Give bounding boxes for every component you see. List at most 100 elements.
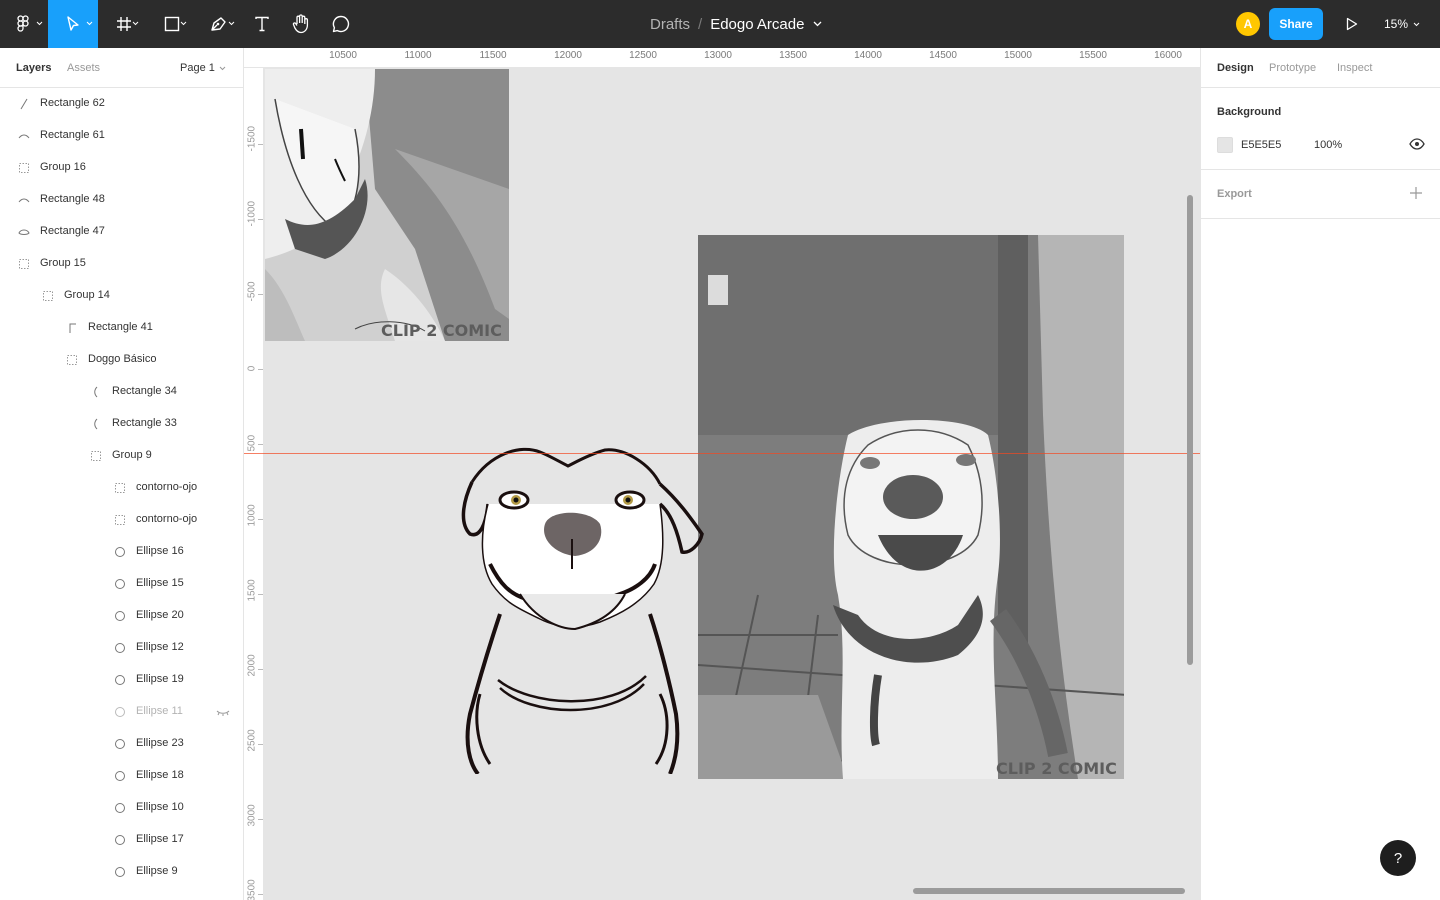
layer-row[interactable]: Ellipse 18 bbox=[0, 760, 243, 792]
layer-row[interactable]: Group 15 bbox=[0, 248, 243, 280]
tab-prototype[interactable]: Prototype bbox=[1269, 62, 1316, 74]
dog-photo-comic[interactable]: CLIP 2 COMIC bbox=[698, 235, 1124, 779]
layer-row[interactable]: contorno-ojo bbox=[0, 472, 243, 504]
watermark: CLIP 2 COMIC bbox=[381, 321, 502, 340]
canvas[interactable]: CLIP 2 COMIC CLIP 2 COMIC bbox=[265, 69, 1200, 900]
layer-row[interactable]: Ellipse 16 bbox=[0, 536, 243, 568]
tab-assets[interactable]: Assets bbox=[67, 62, 100, 74]
vertical-scrollbar[interactable] bbox=[1187, 195, 1193, 665]
move-tool-icon bbox=[67, 16, 79, 31]
background-color-swatch[interactable] bbox=[1217, 137, 1233, 153]
layer-row[interactable]: Ellipse 20 bbox=[0, 600, 243, 632]
pen-tool-button[interactable] bbox=[198, 0, 240, 48]
horizontal-scrollbar[interactable] bbox=[913, 888, 1185, 894]
layer-name: Group 15 bbox=[40, 257, 86, 269]
layer-row[interactable]: Rectangle 48 bbox=[0, 184, 243, 216]
frame-tool-button[interactable] bbox=[104, 0, 144, 48]
chevron-down-icon[interactable] bbox=[813, 21, 822, 27]
avatar[interactable]: A bbox=[1236, 12, 1260, 36]
tab-layers[interactable]: Layers bbox=[16, 62, 51, 74]
ruler-tick-label: 0 bbox=[246, 365, 258, 372]
ellipse-icon bbox=[115, 739, 125, 749]
layer-name: Rectangle 34 bbox=[112, 385, 177, 397]
layer-row[interactable]: Rectangle 62 bbox=[0, 88, 243, 120]
layer-row[interactable]: Rectangle 41 bbox=[0, 312, 243, 344]
shape-tool-button[interactable] bbox=[152, 0, 192, 48]
ruler-tick-label: 1500 bbox=[246, 579, 258, 602]
ruler-tick-label: 2500 bbox=[246, 729, 258, 752]
layer-row[interactable]: Rectangle 61 bbox=[0, 120, 243, 152]
page-selector[interactable]: Page 1 bbox=[180, 62, 226, 74]
main-menu-button[interactable] bbox=[0, 0, 48, 48]
share-button[interactable]: Share bbox=[1269, 8, 1323, 40]
group-icon bbox=[115, 483, 125, 493]
breadcrumb-separator: / bbox=[698, 15, 703, 33]
layer-row[interactable]: Group 16 bbox=[0, 152, 243, 184]
layer-name: contorno-ojo bbox=[136, 481, 198, 493]
zoom-dropdown[interactable]: 15% bbox=[1384, 0, 1420, 48]
dog-illustration bbox=[461, 447, 704, 776]
plus-icon[interactable] bbox=[1409, 186, 1423, 200]
layer-name: Ellipse 16 bbox=[136, 545, 184, 557]
layer-row[interactable]: Rectangle 34 bbox=[0, 376, 243, 408]
layer-row[interactable]: Ellipse 17 bbox=[0, 824, 243, 856]
ruler-tick-mark bbox=[258, 744, 263, 745]
move-tool-button[interactable] bbox=[48, 0, 98, 48]
doggo-vector-illustration[interactable] bbox=[450, 444, 710, 776]
text-tool-button[interactable] bbox=[244, 0, 280, 48]
breadcrumb-drafts[interactable]: Drafts bbox=[650, 16, 690, 33]
layer-row[interactable]: Ellipse 10 bbox=[0, 792, 243, 824]
layer-row[interactable]: Ellipse 12 bbox=[0, 632, 243, 664]
export-title: Export bbox=[1217, 188, 1252, 200]
layer-row[interactable]: Ellipse 11 bbox=[0, 696, 243, 728]
comment-tool-button[interactable] bbox=[322, 0, 360, 48]
ruler-tick-label: 12500 bbox=[629, 50, 657, 61]
layer-row[interactable]: Ellipse 23 bbox=[0, 728, 243, 760]
ellipse-icon bbox=[115, 643, 125, 653]
vertical-ruler: -1500 -1000 -500 0 500 1000 1500 2000 2500 3000 35… bbox=[244, 68, 264, 900]
layer-row[interactable]: Group 9 bbox=[0, 440, 243, 472]
layer-row[interactable]: Ellipse 19 bbox=[0, 664, 243, 696]
background-opacity-input[interactable]: 100% bbox=[1314, 139, 1342, 151]
vector-paren-icon bbox=[94, 386, 98, 398]
ellipse-icon bbox=[115, 867, 125, 877]
ruler-tick-label: 3000 bbox=[246, 804, 258, 827]
layer-row[interactable]: Rectangle 33 bbox=[0, 408, 243, 440]
ruler-tick-mark bbox=[258, 444, 263, 445]
file-name[interactable]: Edogo Arcade bbox=[710, 16, 804, 33]
rectangle-tool-icon bbox=[164, 16, 180, 32]
layers-panel: Layers Assets Page 1 Rectangle 62 Rectang… bbox=[0, 48, 244, 900]
layer-row[interactable]: Rectangle 47 bbox=[0, 216, 243, 248]
ruler-tick-label: 1000 bbox=[246, 504, 258, 527]
tab-design[interactable]: Design bbox=[1217, 62, 1254, 74]
dog-photo-comic-small[interactable]: CLIP 2 COMIC bbox=[265, 69, 509, 341]
tab-inspect[interactable]: Inspect bbox=[1337, 62, 1372, 74]
ellipse-icon bbox=[115, 611, 125, 621]
vector-curve-icon bbox=[18, 198, 30, 203]
layer-row[interactable]: contorno-ojo bbox=[0, 504, 243, 536]
layer-list: Rectangle 62 Rectangle 61 Group 16 Rectangl… bbox=[0, 88, 243, 888]
layer-row[interactable]: Group 14 bbox=[0, 280, 243, 312]
chevron-down-icon bbox=[132, 21, 139, 26]
layer-row[interactable]: Ellipse 9 bbox=[0, 856, 243, 888]
eye-closed-icon[interactable] bbox=[216, 706, 230, 718]
vector-shape-icon bbox=[18, 229, 30, 235]
ruler-tick-label: 16000 bbox=[1154, 50, 1182, 61]
present-button[interactable] bbox=[1340, 12, 1364, 36]
layer-row[interactable]: Ellipse 15 bbox=[0, 568, 243, 600]
background-title: Background bbox=[1217, 106, 1282, 118]
hand-tool-button[interactable] bbox=[283, 0, 319, 48]
layer-name: Group 9 bbox=[112, 449, 152, 461]
help-button[interactable]: ? bbox=[1380, 840, 1416, 876]
background-hex-input[interactable]: E5E5E5 bbox=[1241, 139, 1281, 151]
group-icon bbox=[19, 259, 29, 269]
ruler-tick-mark bbox=[258, 669, 263, 670]
ruler-guide-line[interactable] bbox=[244, 453, 1200, 454]
layer-row[interactable]: Doggo Básico bbox=[0, 344, 243, 376]
layer-name: Ellipse 17 bbox=[136, 833, 184, 845]
ruler-tick-label: 2000 bbox=[246, 654, 258, 677]
chevron-down-icon bbox=[36, 21, 43, 26]
dog-photo-illustration bbox=[265, 69, 509, 341]
eye-icon[interactable] bbox=[1409, 138, 1425, 150]
ellipse-icon bbox=[115, 803, 125, 813]
